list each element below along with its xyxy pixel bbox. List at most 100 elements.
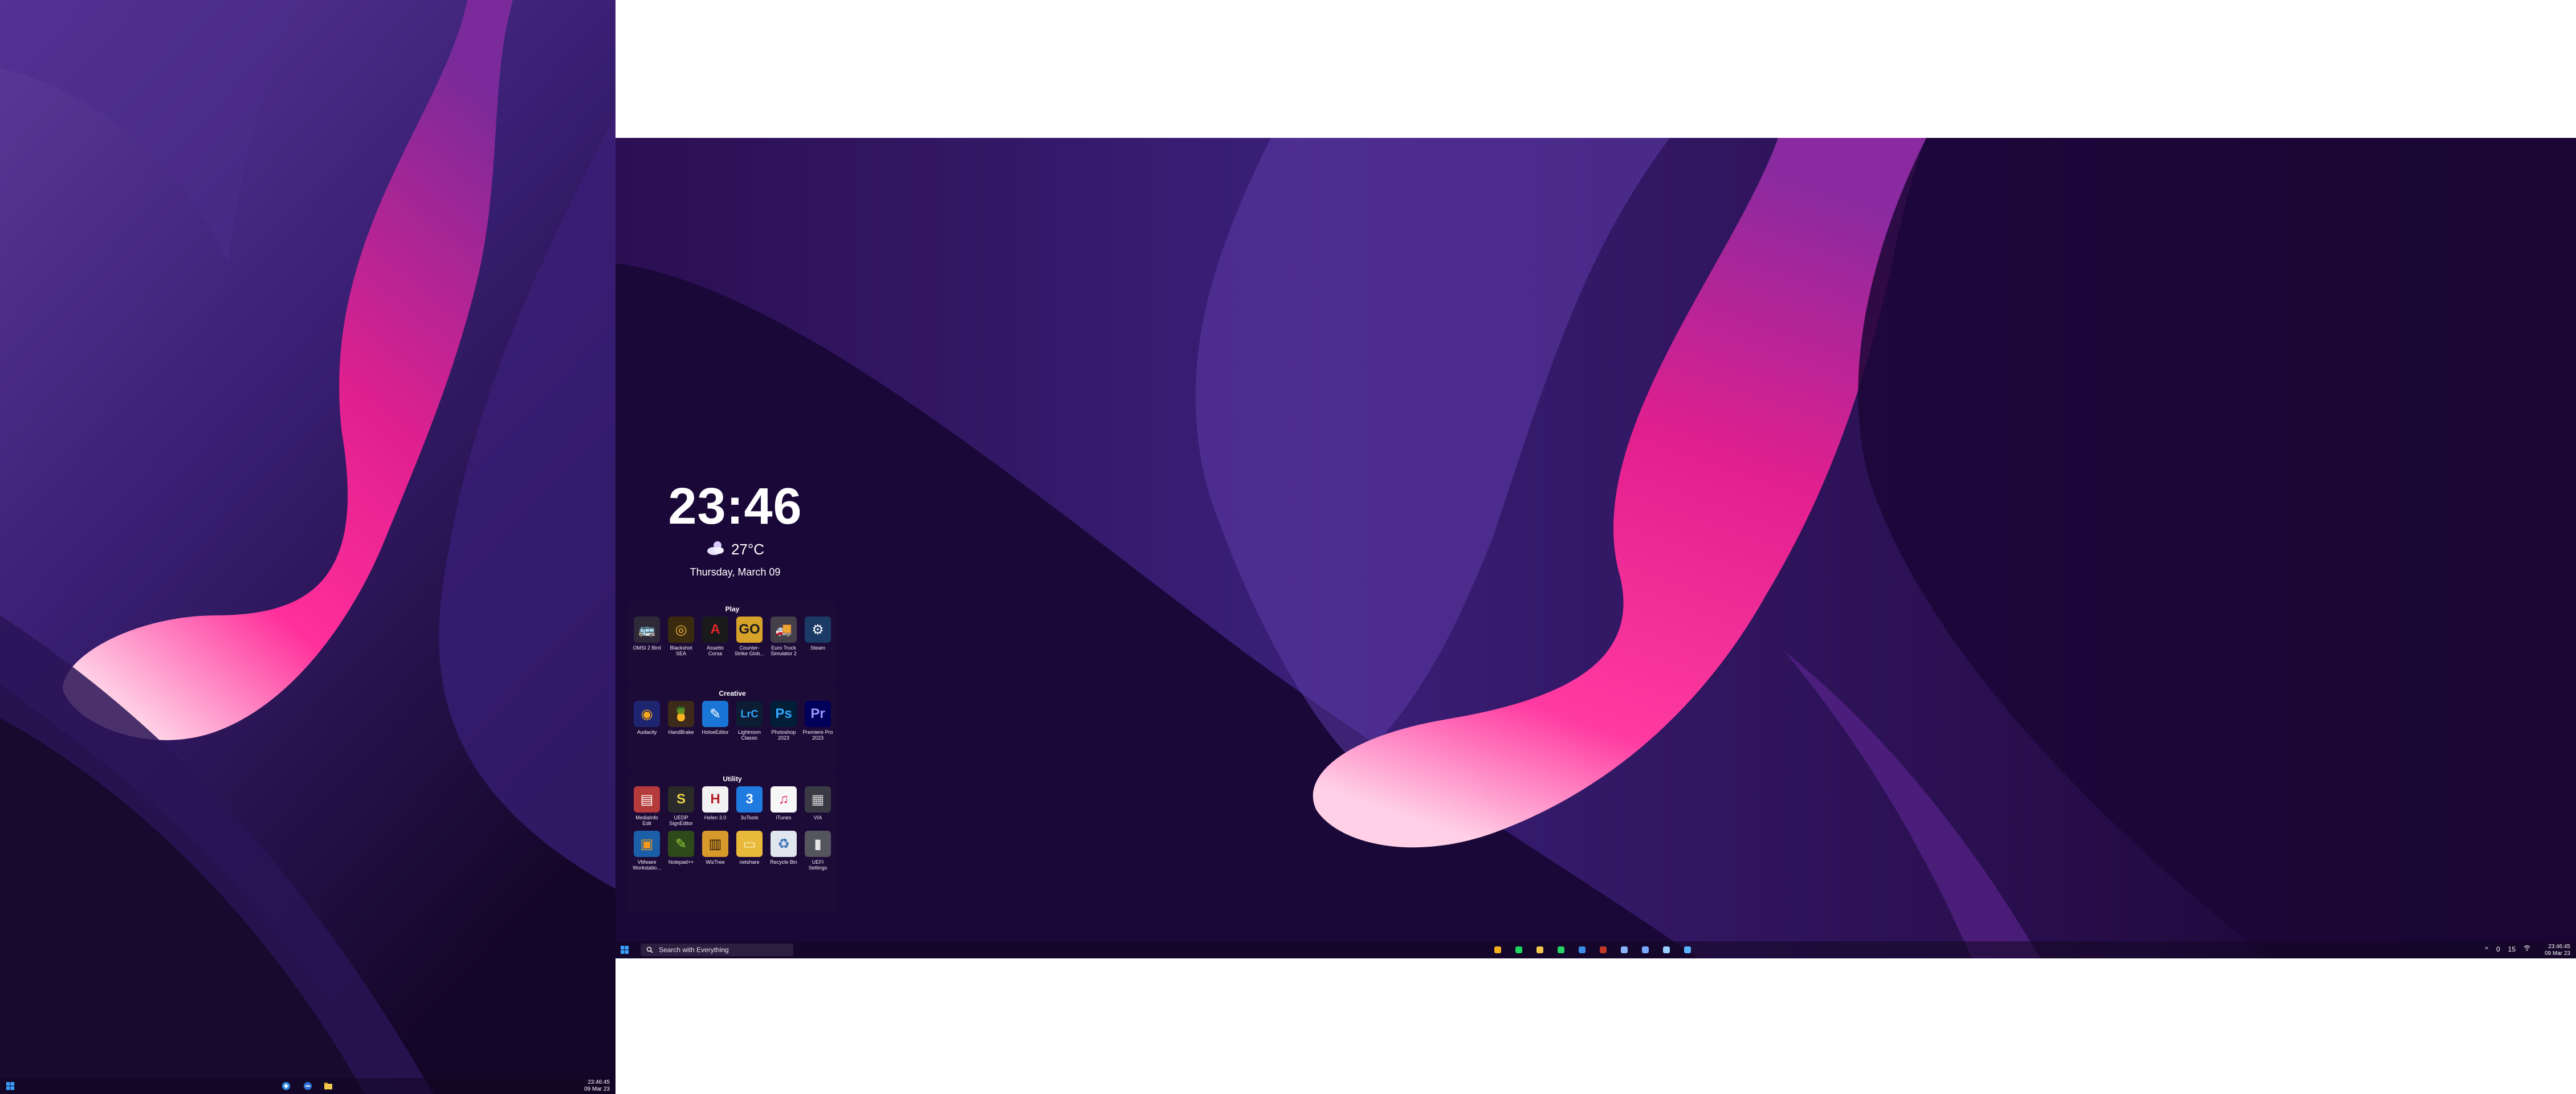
search-icon — [645, 945, 654, 954]
tray-overflow-chevron[interactable]: ^ — [2485, 945, 2488, 953]
search-placeholder: Search with Everything — [659, 946, 729, 954]
app-label: Premiere Pro 2023 — [802, 729, 833, 741]
app-shortcut[interactable]: ✎ HoloeEditor — [698, 701, 732, 741]
itunes-icon: ♫ — [771, 786, 797, 813]
app-label: HandBrake — [668, 729, 694, 735]
app-label: Blackshot SEA — [670, 645, 692, 656]
app-shortcut[interactable]: LrC Lightroom Classic — [732, 701, 767, 741]
wiztree-icon: ▥ — [702, 831, 728, 857]
truck-icon: 🚚 — [771, 617, 797, 643]
app-label: VIA — [813, 815, 822, 820]
task-manager-icon[interactable] — [1661, 944, 1672, 956]
panel-title-creative: Creative — [719, 689, 746, 697]
app-shortcut[interactable]: 🚌 OMSI 2 Bird — [630, 617, 664, 656]
mail-icon[interactable] — [1576, 944, 1588, 956]
settings-icon[interactable] — [1619, 944, 1630, 956]
wallpaper-right — [616, 138, 2576, 958]
widget-clock-time: 23:46 — [668, 478, 802, 535]
app-shortcut[interactable]: Pr Premiere Pro 2023 — [801, 701, 835, 741]
app-shortcut[interactable]: S UEDP SignEditor — [664, 786, 698, 826]
app-shortcut[interactable]: 3 3uTools — [732, 786, 767, 826]
app-label: Notepad++ — [668, 859, 694, 865]
taskbar-clock-right[interactable]: 23:46:45 09 Mar 23 — [2545, 944, 2570, 957]
bus-icon: 🚌 — [634, 617, 660, 643]
app-icon[interactable] — [1597, 944, 1609, 956]
panel-creative: Creative ◉ Audacity 🍍 HandBrake ✎ HoloeEditor… — [628, 686, 837, 769]
app-label: WizTree — [706, 859, 725, 865]
browser-icon[interactable] — [302, 1080, 313, 1092]
app-label: Euro Truck Simulator 2 — [771, 645, 797, 656]
editor-icon: ✎ — [702, 701, 728, 727]
panel-title-utility: Utility — [723, 775, 742, 783]
widget-date: Thursday, March 09 — [690, 566, 781, 578]
app-shortcut[interactable]: A Assetto Corsa — [698, 617, 732, 656]
app-grid-utility: ▤ MediaInfo Edit S UEDP SignEditor H Helen 3.… — [628, 786, 837, 871]
assetto-corsa-icon: A — [702, 617, 728, 643]
app-shortcut[interactable]: ✎ Notepad++ — [664, 831, 698, 871]
app-shortcut[interactable]: ▦ VIA — [801, 786, 835, 826]
app-shortcut[interactable]: Ps Photoshop 2023 — [767, 701, 801, 741]
blackshot-icon: ◎ — [668, 617, 694, 643]
app-shortcut[interactable]: ♫ iTunes — [767, 786, 801, 826]
left-monitor-desktop[interactable]: 23:46:45 09 Mar 23 — [0, 0, 616, 1094]
handbrake-icon: 🍍 — [668, 701, 694, 727]
app-label: 3uTools — [740, 815, 759, 820]
chrome-icon[interactable] — [280, 1080, 292, 1092]
app-shortcut[interactable]: ◎ Blackshot SEA — [664, 617, 698, 656]
via-icon: ▦ — [805, 786, 831, 813]
panel-play: Play 🚌 OMSI 2 Bird ◎ Blackshot SEA A Assetto … — [628, 602, 837, 685]
clock-date: 09 Mar 23 — [584, 1086, 610, 1092]
clock-weather-widget: 23:46 27°C Thursday, March 09 — [627, 478, 843, 578]
app-label: Recycle Bin — [770, 859, 797, 865]
folder-icon[interactable] — [323, 1080, 334, 1092]
app-label: UEDP SignEditor — [669, 815, 693, 826]
taskbar-left: 23:46:45 09 Mar 23 — [0, 1078, 616, 1094]
app-shortcut[interactable]: H Helen 3.0 — [698, 786, 732, 826]
csgo-icon: GO — [736, 617, 763, 643]
helen-icon: H — [702, 786, 728, 813]
search-box[interactable]: Search with Everything — [641, 944, 793, 956]
snipping-icon[interactable] — [1682, 944, 1693, 956]
chrome-icon[interactable] — [1492, 944, 1503, 956]
file-explorer-icon[interactable] — [1534, 944, 1546, 956]
uefi-icon: ▮ — [805, 831, 831, 857]
app-shortcut[interactable]: ⚙ Steam — [801, 617, 835, 656]
tray-item-b[interactable]: 15 — [2508, 945, 2516, 953]
app-shortcut[interactable]: GO Counter- Strike Glob... — [732, 617, 767, 656]
terminal-icon[interactable] — [1640, 944, 1651, 956]
app-label: UEFI Settings — [808, 859, 828, 871]
app-shortcut[interactable]: ♻ Recycle Bin — [767, 831, 801, 871]
app-label: OMSI 2 Bird — [633, 645, 661, 651]
app-label: Helen 3.0 — [704, 815, 727, 820]
folder-icon: ▭ — [736, 831, 763, 857]
tray-item-a[interactable]: 0 — [2496, 945, 2500, 953]
vmware-icon: ▣ — [634, 831, 660, 857]
taskbar-clock-left[interactable]: 23:46:45 09 Mar 23 — [584, 1079, 610, 1093]
recycle-bin-icon: ♻ — [771, 831, 797, 857]
app-label: Assetto Corsa — [706, 645, 724, 656]
right-monitor-desktop[interactable]: 23:46 27°C Thursday, March 09 Play 🚌 OMSI… — [616, 138, 2576, 958]
whatsapp-icon[interactable] — [1555, 944, 1567, 956]
app-shortcut[interactable]: ▣ VMware Workstatio... — [630, 831, 664, 871]
app-shortcut[interactable]: ▤ MediaInfo Edit — [630, 786, 664, 826]
app-label: Lightroom Classic — [737, 729, 761, 741]
app-shortcut[interactable]: ◉ Audacity — [630, 701, 664, 741]
clock-date: 09 Mar 23 — [2544, 950, 2570, 957]
start-icon[interactable] — [5, 1080, 16, 1092]
app-shortcut[interactable]: 🚚 Euro Truck Simulator 2 — [767, 617, 801, 656]
wallpaper-left — [0, 0, 616, 1094]
weather-row: 27°C — [627, 540, 843, 560]
app-shortcut[interactable]: ▥ WizTree — [698, 831, 732, 871]
system-tray: ^ 0 15 — [2485, 945, 2530, 953]
network-icon[interactable] — [2524, 945, 2530, 953]
app-shortcut[interactable]: ▮ UEFI Settings — [801, 831, 835, 871]
start-icon[interactable] — [619, 944, 630, 956]
notepadpp-icon: ✎ — [668, 831, 694, 857]
audacity-icon: ◉ — [634, 701, 660, 727]
photoshop-icon: Ps — [771, 701, 797, 727]
premiere-icon: Pr — [805, 701, 831, 727]
app-shortcut[interactable]: 🍍 HandBrake — [664, 701, 698, 741]
app-shortcut[interactable]: ▭ netshare — [732, 831, 767, 871]
panel-utility: Utility ▤ MediaInfo Edit S UEDP SignEditor H… — [628, 771, 837, 913]
spotify-icon[interactable] — [1513, 944, 1525, 956]
